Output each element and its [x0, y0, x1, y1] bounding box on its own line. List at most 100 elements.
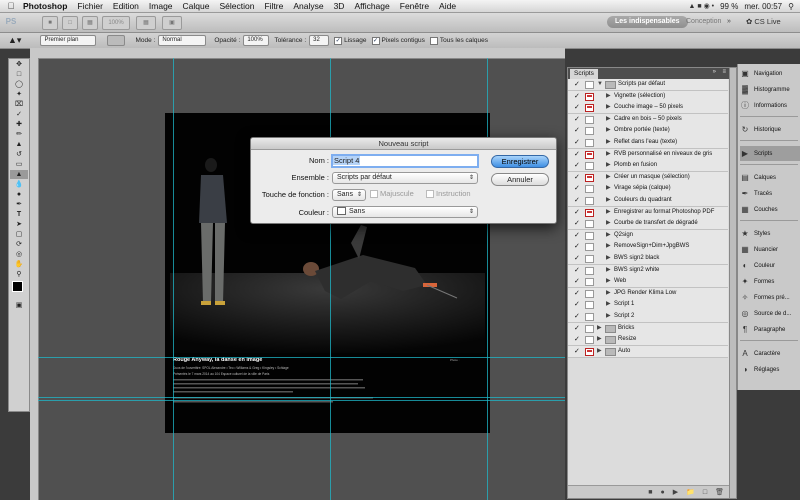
menu-image[interactable]: Image: [144, 1, 178, 11]
cancel-button[interactable]: Annuler: [491, 173, 549, 186]
action-row[interactable]: ✓ ▶ Vignette (sélection): [568, 90, 728, 103]
brush-tool-icon[interactable]: ✏: [10, 130, 28, 139]
disclosure-closed-icon[interactable]: ▶: [606, 149, 611, 160]
zoom-level[interactable]: 100%: [102, 16, 130, 30]
disclosure-closed-icon[interactable]: ▶: [597, 323, 602, 334]
disclosure-closed-icon[interactable]: ▶: [606, 125, 611, 136]
3d-rotate-tool-icon[interactable]: ⟳: [10, 240, 28, 249]
toggle-item-check-icon[interactable]: ✓: [574, 127, 580, 134]
toggle-dialog-icon[interactable]: [585, 231, 594, 240]
eyedropper-tool-icon[interactable]: ✓: [10, 110, 28, 119]
fill-source-select[interactable]: Premier plan: [40, 35, 97, 46]
dock-item-actions[interactable]: ▶ Scripts: [740, 146, 800, 161]
spotlight-icon[interactable]: ⚲: [788, 2, 794, 11]
action-row[interactable]: ✓ ▶ Web: [568, 276, 728, 289]
toggle-item-check-icon[interactable]: ✓: [574, 104, 580, 111]
type-tool-icon[interactable]: T: [10, 210, 28, 219]
status-icons[interactable]: ▲ ■ ◉ •: [689, 2, 715, 10]
clone-stamp-tool-icon[interactable]: ▲: [10, 140, 28, 149]
path-selection-tool-icon[interactable]: ➤: [10, 220, 28, 229]
action-row[interactable]: ✓ ▶ Q2sign: [568, 229, 728, 242]
guide-vertical-2[interactable]: [330, 58, 331, 500]
disclosure-closed-icon[interactable]: ▶: [606, 91, 611, 102]
toggle-item-check-icon[interactable]: ✓: [574, 116, 580, 123]
new-action-icon[interactable]: □: [703, 489, 707, 496]
play-icon[interactable]: ▶: [673, 488, 678, 496]
toggle-dialog-icon[interactable]: [585, 313, 594, 321]
dock-item-navigator[interactable]: ▣ Navigation: [740, 66, 800, 81]
dock-item-brushes[interactable]: ✦ Formes: [740, 274, 800, 289]
disclosure-closed-icon[interactable]: ▶: [606, 137, 611, 148]
action-row[interactable]: ✓ ▶ Cadre en bois – 50 pixels: [568, 113, 728, 126]
action-row[interactable]: ✓ ▶ Resize: [568, 334, 728, 347]
new-set-icon[interactable]: 📁: [686, 488, 695, 496]
toggle-item-check-icon[interactable]: ✓: [574, 174, 580, 181]
menu-3d[interactable]: 3D: [329, 1, 350, 11]
action-row[interactable]: ✓ ▶ RemoveSign+Dim+JpgBWS: [568, 241, 728, 254]
toggle-dialog-icon[interactable]: [585, 185, 594, 194]
3d-orbit-tool-icon[interactable]: ◎: [10, 250, 28, 259]
toggle-dialog-icon[interactable]: [585, 127, 594, 136]
disclosure-open-icon[interactable]: ▼: [597, 79, 603, 90]
crop-tool-icon[interactable]: ⌧: [10, 100, 28, 109]
disclosure-closed-icon[interactable]: ▶: [606, 218, 611, 229]
menubar-clock[interactable]: mer. 00:57: [744, 2, 782, 11]
disclosure-closed-icon[interactable]: ▶: [606, 276, 611, 287]
disclosure-closed-icon[interactable]: ▶: [606, 299, 611, 310]
action-row[interactable]: ✓ ▶ Plomb en fusion: [568, 160, 728, 173]
action-row[interactable]: ✓ ▶ RVB personnalisé en niveaux de gris: [568, 148, 728, 161]
guide-horizontal-2[interactable]: [38, 357, 565, 358]
toggle-dialog-icon[interactable]: [585, 104, 594, 113]
mode-select[interactable]: Normal: [158, 35, 207, 46]
disclosure-closed-icon[interactable]: ▶: [606, 195, 611, 206]
toggle-item-check-icon[interactable]: ✓: [574, 151, 580, 158]
toggle-item-check-icon[interactable]: ✓: [574, 232, 580, 239]
menu-edition[interactable]: Edition: [108, 1, 144, 11]
dock-item-adjustments[interactable]: ◑ Réglages: [740, 362, 800, 377]
dock-item-channels[interactable]: ▦ Couches: [740, 202, 800, 217]
quick-mask-icon[interactable]: ▣: [10, 301, 28, 310]
guide-horizontal-3[interactable]: [38, 397, 565, 398]
shape-tool-icon[interactable]: ▢: [10, 230, 28, 239]
dock-item-paragraph[interactable]: ¶ Paragraphe: [740, 322, 800, 337]
foreground-color-swatch[interactable]: [12, 281, 23, 292]
disclosure-closed-icon[interactable]: ▶: [606, 160, 611, 171]
command-checkbox[interactable]: Instruction: [426, 189, 471, 198]
disclosure-closed-icon[interactable]: ▶: [597, 334, 602, 345]
dock-item-brush-presets[interactable]: ✧ Formes pré...: [740, 290, 800, 305]
record-button[interactable]: Enregistrer: [491, 155, 549, 168]
toggle-item-check-icon[interactable]: ✓: [574, 81, 580, 88]
dock-item-paths[interactable]: ✒ Tracés: [740, 186, 800, 201]
vertical-ruler[interactable]: [30, 58, 39, 500]
disclosure-closed-icon[interactable]: ▶: [606, 230, 611, 241]
horizontal-ruler[interactable]: [30, 48, 565, 59]
menu-fenetre[interactable]: Fenêtre: [395, 1, 434, 11]
toggle-dialog-icon[interactable]: [585, 173, 594, 182]
disclosure-closed-icon[interactable]: ▶: [606, 288, 611, 299]
antialias-checkbox[interactable]: ✓ Lissage: [334, 36, 367, 45]
arrange-documents-icon[interactable]: ▦: [136, 16, 156, 30]
toggle-item-check-icon[interactable]: ✓: [574, 301, 580, 308]
action-row[interactable]: ✓ ▶ Enregistrer au format Photoshop PDF: [568, 206, 728, 219]
color-select[interactable]: Sans ⇕: [332, 206, 478, 218]
all-layers-checkbox[interactable]: Tous les calques: [429, 36, 488, 45]
guide-vertical-1[interactable]: [173, 58, 174, 500]
launch-bridge-icon[interactable]: ■: [42, 16, 58, 30]
launch-minibridge-icon[interactable]: □: [62, 16, 78, 30]
action-row[interactable]: ✓ ▶ Auto: [568, 345, 728, 358]
guides-icon[interactable]: ▦: [82, 16, 98, 30]
apple-icon[interactable]: : [4, 1, 18, 11]
disclosure-closed-icon[interactable]: ▶: [606, 265, 611, 276]
toggle-item-check-icon[interactable]: ✓: [574, 313, 580, 320]
disclosure-closed-icon[interactable]: ▶: [606, 207, 611, 218]
actions-panel-scrollbar[interactable]: [729, 67, 737, 499]
tolerance-field[interactable]: 32: [309, 35, 330, 46]
dock-item-info[interactable]: ⓘ Informations: [740, 98, 800, 113]
dock-item-color[interactable]: ◐ Couleur: [740, 258, 800, 273]
dock-item-history[interactable]: ↻ Historique: [740, 122, 800, 137]
stop-icon[interactable]: ■: [648, 489, 652, 496]
toggle-dialog-icon[interactable]: [585, 266, 594, 275]
toggle-dialog-icon[interactable]: [585, 162, 594, 171]
menu-calque[interactable]: Calque: [178, 1, 215, 11]
delete-icon[interactable]: 🗑: [715, 488, 724, 496]
